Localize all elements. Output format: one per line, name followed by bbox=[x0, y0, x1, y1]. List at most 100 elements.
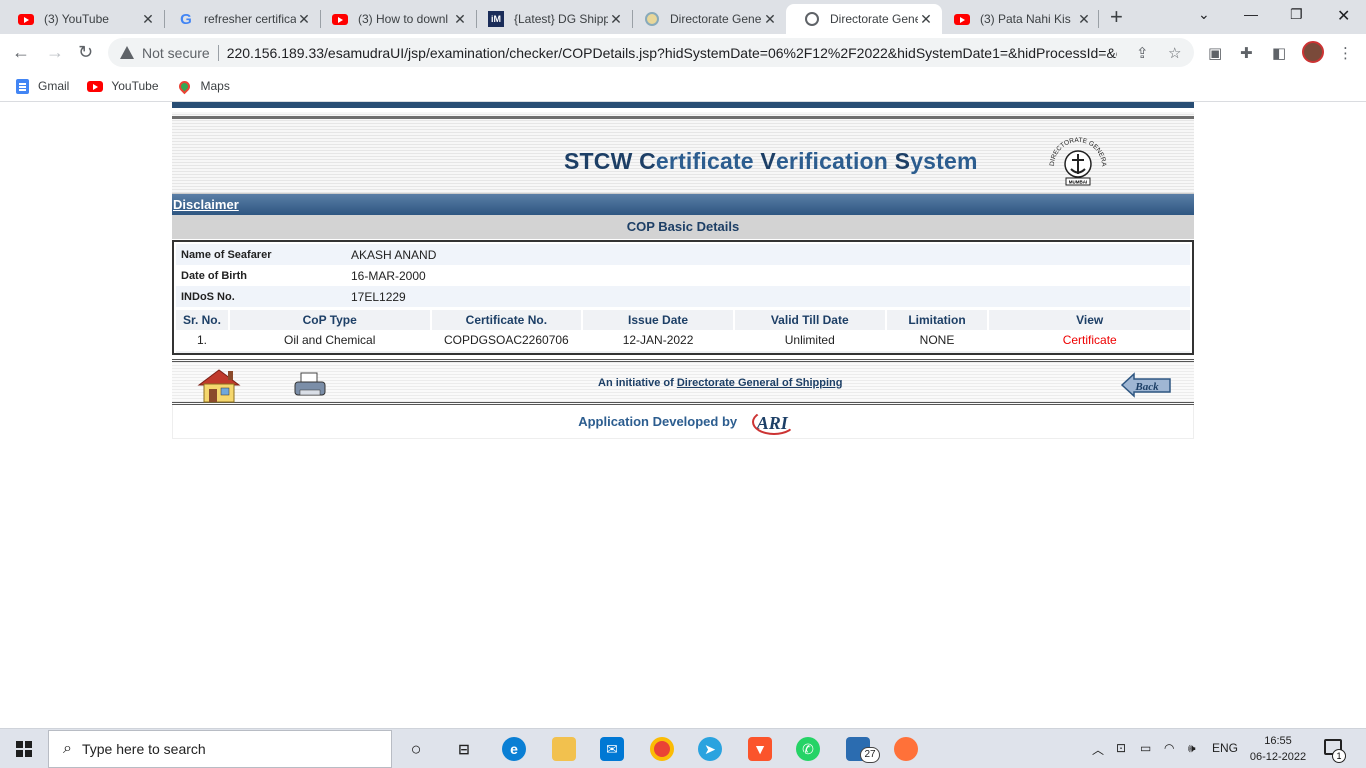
bookmark-label: Gmail bbox=[38, 79, 70, 93]
telegram-icon[interactable]: ➤ bbox=[698, 737, 722, 761]
close-icon[interactable]: ✕ bbox=[296, 11, 312, 28]
volume-icon[interactable]: 🕪 bbox=[1188, 741, 1196, 756]
side-panel-icon[interactable]: ◧ bbox=[1272, 44, 1286, 62]
tab-title: (3) How to downl bbox=[358, 12, 449, 26]
close-icon[interactable]: ✕ bbox=[918, 11, 934, 28]
cop-details-box: Name of Seafarer AKASH ANAND Date of Bir… bbox=[172, 240, 1194, 355]
table-row: 1. Oil and Chemical COPDGSOAC2260706 12-… bbox=[176, 330, 1190, 351]
tab-pata-nahi[interactable]: (3) Pata Nahi Kis ✕ bbox=[936, 4, 1100, 34]
tab-refresher[interactable]: G refresher certifica ✕ bbox=[160, 4, 320, 34]
youtube-icon bbox=[18, 11, 34, 27]
new-tab-button[interactable]: + bbox=[1110, 6, 1123, 28]
detail-value: AKASH ANAND bbox=[351, 247, 437, 262]
show-hidden-icons[interactable]: ︿ bbox=[1092, 741, 1104, 758]
mail-icon[interactable]: ✉ bbox=[600, 737, 624, 761]
share-icon[interactable]: ⇪ bbox=[1136, 44, 1149, 62]
close-window-button[interactable]: ✕ bbox=[1337, 6, 1350, 26]
tab-directorate-active[interactable]: Directorate Gene ✕ bbox=[786, 4, 942, 34]
security-label[interactable]: Not secure bbox=[142, 45, 210, 61]
brave-icon[interactable]: ▼ bbox=[748, 737, 772, 761]
tab-title: {Latest} DG Shipp bbox=[514, 12, 608, 26]
bookmark-maps[interactable]: Maps bbox=[176, 78, 230, 94]
reload-icon[interactable]: ↻ bbox=[78, 42, 93, 62]
forward-arrow-icon[interactable]: → bbox=[46, 42, 64, 62]
device-icon[interactable]: ⊡ bbox=[1116, 741, 1126, 755]
clock-date: 06-12-2022 bbox=[1249, 751, 1307, 763]
dg-shipping-seal-icon: DIRECTORATE GENERAL OF SHIPPING MUMBAI bbox=[1044, 128, 1107, 186]
tab-title: refresher certifica bbox=[204, 12, 296, 26]
close-icon[interactable]: ✕ bbox=[452, 11, 468, 28]
maps-icon bbox=[176, 78, 193, 94]
bookmark-star-icon[interactable]: ☆ bbox=[1168, 44, 1181, 62]
tab-dg-shipping-latest[interactable]: iM {Latest} DG Shipp ✕ bbox=[470, 4, 632, 34]
dg-shipping-link[interactable]: Directorate General of Shipping bbox=[677, 377, 843, 389]
puzzle-icon[interactable]: ✚ bbox=[1240, 44, 1253, 62]
notification-count: 1 bbox=[1332, 749, 1346, 763]
print-icon[interactable] bbox=[292, 371, 328, 399]
back-button[interactable]: Back bbox=[1120, 372, 1172, 398]
bookmarks-bar: Gmail YouTube Maps bbox=[0, 71, 1366, 102]
cell-limitation: NONE bbox=[886, 330, 988, 351]
cell-cop-type: Oil and Chemical bbox=[229, 330, 430, 351]
disclaimer-bar: Disclaimer bbox=[172, 194, 1194, 215]
file-explorer-icon[interactable] bbox=[552, 737, 576, 761]
detail-row: INDoS No. 17EL1229 bbox=[176, 286, 1190, 307]
minimize-button[interactable]: — bbox=[1244, 6, 1258, 22]
tab-how-to-download[interactable]: (3) How to downl ✕ bbox=[314, 4, 476, 34]
cell-valid-till: Unlimited bbox=[734, 330, 885, 351]
wifi-icon[interactable]: ◠ bbox=[1164, 741, 1174, 755]
bookmark-label: Maps bbox=[200, 79, 230, 93]
menu-dots-icon[interactable]: ⋮ bbox=[1338, 44, 1353, 62]
close-icon[interactable]: ✕ bbox=[608, 11, 624, 28]
youtube-icon bbox=[954, 11, 970, 27]
tab-title: Directorate Gene bbox=[830, 12, 918, 26]
tab-search-icon[interactable]: ⌄ bbox=[1198, 6, 1210, 23]
language-indicator[interactable]: ENG bbox=[1212, 741, 1238, 755]
close-icon[interactable]: ✕ bbox=[762, 11, 778, 28]
home-icon[interactable] bbox=[196, 367, 242, 403]
column-header: View bbox=[989, 310, 1190, 330]
tab-youtube[interactable]: (3) YouTube ✕ bbox=[0, 4, 164, 34]
back-arrow-icon[interactable]: ← bbox=[12, 42, 30, 62]
battery-icon[interactable]: ▭ bbox=[1140, 741, 1151, 755]
profile-avatar[interactable] bbox=[1302, 41, 1324, 63]
address-bar[interactable]: Not secure 220.156.189.33/esamudraUI/jsp… bbox=[108, 38, 1194, 67]
detail-value: 16-MAR-2000 bbox=[351, 268, 426, 283]
close-icon[interactable]: ✕ bbox=[1076, 11, 1092, 28]
whatsapp-icon[interactable]: ✆ bbox=[796, 737, 820, 761]
restore-button[interactable]: ❐ bbox=[1290, 6, 1303, 23]
column-header: Certificate No. bbox=[431, 310, 582, 330]
cell-certificate-no: COPDGSOAC2260706 bbox=[431, 330, 582, 351]
youtube-icon bbox=[87, 78, 104, 94]
cell-issue-date: 12-JAN-2022 bbox=[583, 330, 733, 351]
url-text[interactable]: 220.156.189.33/esamudraUI/jsp/examinatio… bbox=[227, 45, 1117, 61]
chrome-icon[interactable] bbox=[650, 737, 674, 761]
bookmark-gmail[interactable]: Gmail bbox=[14, 78, 69, 94]
disclaimer-link[interactable]: Disclaimer bbox=[173, 197, 239, 212]
detail-label: Date of Birth bbox=[181, 269, 247, 282]
detail-label: Name of Seafarer bbox=[181, 248, 272, 261]
cortana-icon[interactable]: ○ bbox=[404, 737, 428, 761]
detail-value: 17EL1229 bbox=[351, 289, 406, 304]
bookmark-youtube[interactable]: YouTube bbox=[87, 78, 159, 94]
task-view-icon[interactable]: ⊟ bbox=[452, 737, 476, 761]
column-header: Valid Till Date bbox=[734, 310, 885, 330]
tab-title: (3) YouTube bbox=[44, 12, 109, 26]
developed-by-text: Application Developed by bbox=[578, 414, 738, 429]
dg-shipping-icon bbox=[644, 11, 660, 27]
edge-icon[interactable]: e bbox=[502, 737, 526, 761]
im-icon: iM bbox=[488, 11, 504, 27]
windows-start-icon[interactable] bbox=[16, 741, 32, 757]
clock[interactable]: 16:55 06-12-2022 bbox=[1248, 733, 1308, 765]
warning-icon bbox=[120, 46, 134, 59]
tab-directorate-1[interactable]: Directorate Gene ✕ bbox=[626, 4, 786, 34]
taskbar-search-input[interactable]: ⌕ Type here to search bbox=[48, 730, 392, 768]
search-placeholder: Type here to search bbox=[81, 741, 206, 757]
firefox-icon[interactable] bbox=[894, 737, 918, 761]
close-icon[interactable]: ✕ bbox=[140, 11, 156, 28]
page-title: STCW Certificate Verification System bbox=[564, 148, 978, 174]
initiative-text: An initiative of Directorate General of … bbox=[598, 377, 843, 389]
view-certificate-link[interactable]: Certificate bbox=[989, 330, 1190, 351]
tab-title: Directorate Gene bbox=[670, 12, 762, 26]
extension-icon[interactable]: ▣ bbox=[1208, 44, 1222, 62]
